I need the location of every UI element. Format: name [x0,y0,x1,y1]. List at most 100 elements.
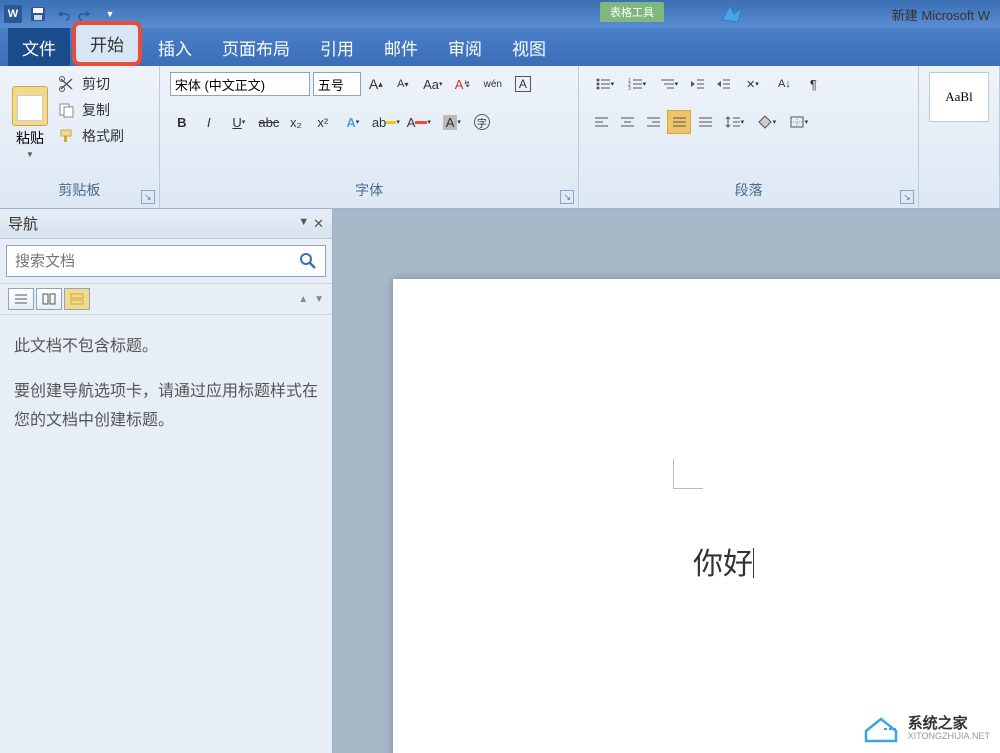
decrease-indent-button[interactable] [685,72,709,96]
nav-tab-headings[interactable] [8,288,34,310]
shrink-font-button[interactable]: A▾ [391,72,415,96]
style-preview-normal[interactable]: AaBl [929,72,989,122]
group-font: 宋体 (中文正文) 五号 A▴ A▾ Aa▾ A↯ wén A B I U▾ a… [160,66,580,208]
paragraph-launcher-icon[interactable]: ↘ [900,190,914,204]
document-page[interactable]: 你好 [393,279,1000,753]
format-painter-label: 格式刷 [82,126,124,146]
watermark-url: XITONGZHIJIA.NET [908,732,990,742]
paste-button[interactable]: 粘贴 ▼ [6,68,54,176]
nav-hint-text: 要创建导航选项卡，请通过应用标题样式在您的文档中创建标题。 [14,378,318,436]
nav-next-icon[interactable]: ▼ [314,294,324,305]
navigation-pane: 导航 ▼ ✕ ▲ ▼ [0,209,333,753]
scissors-icon [58,76,76,92]
cut-label: 剪切 [82,74,110,94]
shading-button[interactable]: ▾ [751,110,781,134]
document-text[interactable]: 你好 [693,539,754,583]
tab-review[interactable]: 审阅 [434,29,496,66]
highlight-button[interactable]: ab▾ [371,110,401,134]
italic-button[interactable]: I [197,110,221,134]
paragraph-group-label: 段落 [585,176,912,204]
sort-button[interactable]: A↓ [769,72,799,96]
enclose-characters-button[interactable]: 字 [470,110,494,134]
align-center-button[interactable] [615,110,639,134]
format-painter-button[interactable]: 格式刷 [58,126,124,146]
thunder-bird-icon [720,2,744,26]
align-right-button[interactable] [641,110,665,134]
clipboard-launcher-icon[interactable]: ↘ [141,190,155,204]
search-input[interactable] [6,245,326,277]
ribbon: 粘贴 ▼ 剪切 复制 格式刷 剪贴板 ↘ [0,66,1000,209]
window-title: 新建 Microsoft W [892,5,990,24]
watermark-house-icon [862,715,900,743]
main-area: 导航 ▼ ✕ ▲ ▼ [0,209,1000,753]
svg-text:3: 3 [628,86,631,91]
subscript-button[interactable]: x₂ [284,110,308,134]
multilevel-list-button[interactable]: ▾ [653,72,683,96]
bullets-button[interactable]: ▾ [589,72,619,96]
watermark-title: 系统之家 [908,716,990,733]
margin-mark-icon [673,459,703,489]
grow-font-button[interactable]: A▴ [364,72,388,96]
tab-layout[interactable]: 页面布局 [208,29,304,66]
line-spacing-button[interactable]: ▾ [719,110,749,134]
nav-tab-pages[interactable] [36,288,62,310]
nav-tab-results[interactable] [64,288,90,310]
cut-button[interactable]: 剪切 [58,74,124,94]
align-left-button[interactable] [589,110,613,134]
font-name-combo[interactable]: 宋体 (中文正文) [170,72,310,96]
nav-prev-icon[interactable]: ▲ [298,294,308,305]
tab-insert[interactable]: 插入 [144,29,206,66]
superscript-button[interactable]: x² [311,110,335,134]
search-icon[interactable] [298,251,318,276]
undo-icon[interactable] [52,4,72,24]
wen-icon: wén [484,79,502,90]
tab-file[interactable]: 文件 [8,28,70,66]
nav-header: 导航 ▼ ✕ [0,209,332,239]
copy-label: 复制 [82,100,110,120]
nav-close-icon[interactable]: ✕ [313,216,324,232]
character-shading-button[interactable]: A▾ [437,110,467,134]
tab-references[interactable]: 引用 [306,29,368,66]
ribbon-tabs: 文件 开始 插入 页面布局 引用 邮件 审阅 视图 [0,28,1000,66]
clear-formatting-button[interactable]: A↯ [451,72,475,96]
underline-button[interactable]: U▾ [224,110,254,134]
character-border-button[interactable]: A [511,72,535,96]
brush-icon [58,128,76,144]
save-icon[interactable] [28,4,48,24]
distributed-button[interactable] [693,110,717,134]
borders-button[interactable]: ▾ [783,110,813,134]
group-clipboard: 粘贴 ▼ 剪切 复制 格式刷 剪贴板 ↘ [0,66,160,208]
bold-button[interactable]: B [170,110,194,134]
contextual-tab-table-tools: 表格工具 [600,2,664,22]
nav-title: 导航 [8,213,38,234]
group-paragraph: ▾ 123▾ ▾ ✕▾ A↓ ¶ ▾ ▾ ▾ 段落 ↘ [579,66,919,208]
justify-button[interactable] [667,110,691,134]
word-app-icon: W [4,5,22,23]
document-area[interactable]: 你好 [333,209,1000,753]
phonetic-guide-button[interactable]: wén [478,72,508,96]
strikethrough-button[interactable]: abc [257,110,281,134]
nav-dropdown-icon[interactable]: ▼ [298,216,309,232]
text-direction-button[interactable]: ✕▾ [737,72,767,96]
paste-icon [12,86,48,126]
title-bar: W ▼ 表格工具 新建 Microsoft W [0,0,1000,28]
show-marks-button[interactable]: ¶ [801,72,825,96]
text-cursor [753,548,754,578]
clipboard-group-label: 剪贴板 [6,176,153,204]
tab-home[interactable]: 开始 [72,21,142,66]
tab-view[interactable]: 视图 [498,29,560,66]
nav-body: 此文档不包含标题。 要创建导航选项卡，请通过应用标题样式在您的文档中创建标题。 [0,315,332,469]
text-effects-button[interactable]: A▾ [338,110,368,134]
change-case-button[interactable]: Aa▾ [418,72,448,96]
tab-mailings[interactable]: 邮件 [370,29,432,66]
increase-indent-button[interactable] [711,72,735,96]
numbering-button[interactable]: 123▾ [621,72,651,96]
font-group-label: 字体 [166,176,573,204]
watermark: 系统之家 XITONGZHIJIA.NET [862,715,990,743]
font-size-combo[interactable]: 五号 [313,72,361,96]
font-color-button[interactable]: A▾ [404,110,434,134]
font-launcher-icon[interactable]: ↘ [560,190,574,204]
nav-no-headings-text: 此文档不包含标题。 [14,333,318,362]
paste-label: 粘贴 [16,128,44,148]
copy-button[interactable]: 复制 [58,100,124,120]
